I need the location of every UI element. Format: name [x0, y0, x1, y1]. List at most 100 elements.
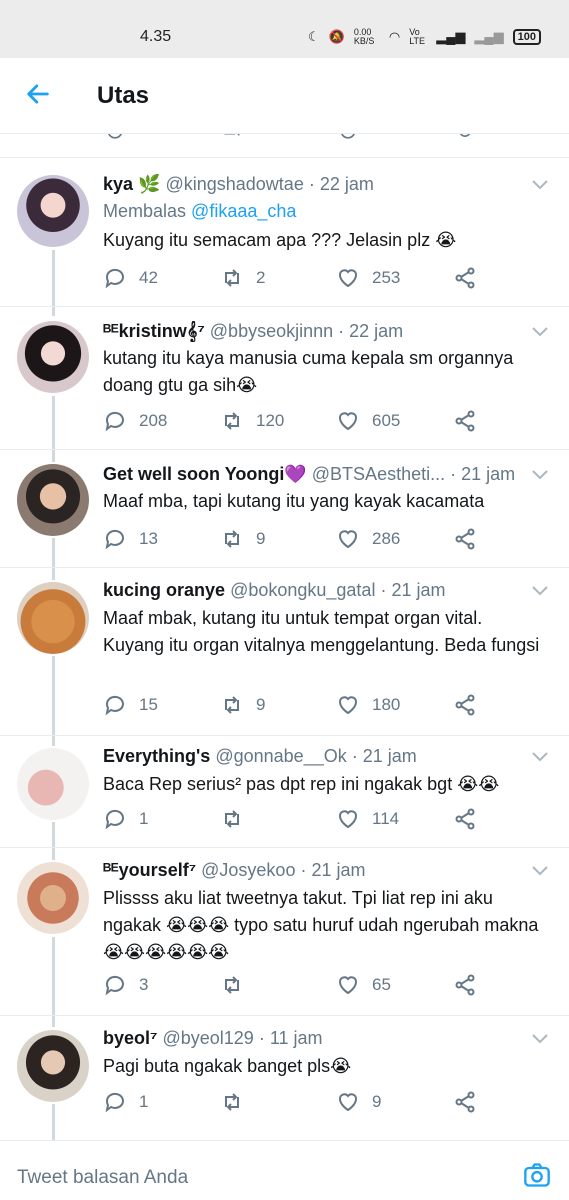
retweet-icon[interactable] — [220, 527, 244, 551]
chevron-down-icon[interactable] — [531, 585, 549, 597]
previous-tweet-actions — [0, 134, 569, 158]
display-name[interactable]: kya 🌿 — [103, 174, 160, 194]
tweet-text: kutang itu kaya manusia cuma kepala sm o… — [103, 348, 514, 395]
retweet-icon[interactable] — [220, 409, 244, 433]
share-icon[interactable] — [453, 807, 477, 831]
like-count: 180 — [372, 695, 401, 714]
reply-count: 3 — [139, 975, 149, 994]
share-icon[interactable] — [453, 1090, 477, 1114]
reply-input[interactable]: Tweet balasan Anda — [17, 1167, 188, 1189]
reply-composer[interactable]: Tweet balasan Anda — [0, 1140, 569, 1200]
retweet-icon[interactable] — [220, 1090, 244, 1114]
like-icon[interactable] — [336, 527, 360, 551]
chevron-down-icon[interactable] — [531, 179, 549, 191]
avatar[interactable] — [17, 1030, 89, 1102]
reply-icon[interactable] — [103, 807, 127, 831]
replying-to-handle[interactable]: @fikaaa_cha — [191, 201, 296, 221]
tweet[interactable]: Everything's @gonnabe__Ok · 21 jam Baca … — [0, 736, 569, 848]
display-name[interactable]: ᴮᴱkristinw𝄞⁷ — [103, 321, 205, 341]
share-icon[interactable] — [453, 693, 477, 717]
back-arrow-icon[interactable] — [24, 80, 52, 108]
timestamp: · 11 jam — [258, 1028, 323, 1048]
tweet-header: ᴮᴱyourself⁷ @Josyekoo · 21 jam — [103, 860, 529, 881]
chevron-down-icon[interactable] — [531, 326, 549, 338]
chevron-down-icon[interactable] — [531, 1033, 549, 1045]
share-icon[interactable] — [453, 266, 477, 290]
tweet-header: Get well soon Yoongi💜 @BTSAestheti... · … — [103, 464, 529, 485]
reply-icon[interactable] — [103, 266, 127, 290]
retweet-icon[interactable] — [220, 266, 244, 290]
reply-icon[interactable] — [103, 527, 127, 551]
camera-icon[interactable] — [523, 1161, 551, 1189]
share-icon[interactable] — [453, 527, 477, 551]
like-count: 9 — [372, 1092, 382, 1111]
share-icon[interactable] — [453, 973, 477, 997]
display-name[interactable]: kucing oranye — [103, 580, 225, 600]
like-icon[interactable] — [338, 134, 358, 142]
display-name[interactable]: Everything's — [103, 746, 210, 766]
avatar[interactable] — [17, 862, 89, 934]
tweet-text: Maaf mba, tapi kutang itu yang kayak kac… — [103, 491, 485, 511]
handle[interactable]: @gonnabe__Ok — [215, 746, 346, 766]
handle[interactable]: @bokongku_gatal — [230, 580, 375, 600]
like-icon[interactable] — [336, 693, 360, 717]
tweet[interactable]: byeol⁷ @byeol129 · 11 jam Pagi buta ngak… — [0, 1016, 569, 1140]
tweet[interactable]: kucing oranye @bokongku_gatal · 21 jam M… — [0, 568, 569, 736]
wifi-icon: ◠ — [388, 29, 401, 44]
display-name[interactable]: byeol⁷ — [103, 1028, 157, 1048]
like-icon[interactable] — [336, 409, 360, 433]
chevron-down-icon[interactable] — [531, 469, 549, 481]
display-name[interactable]: ᴮᴱyourself⁷ — [103, 860, 196, 880]
avatar[interactable] — [17, 175, 89, 247]
timestamp: · 21 jam — [351, 746, 417, 766]
avatar[interactable] — [17, 582, 89, 654]
retweet-count: 9 — [256, 695, 266, 714]
display-name[interactable]: Get well soon Yoongi💜 — [103, 464, 307, 484]
reply-icon[interactable] — [103, 409, 127, 433]
retweet-icon[interactable] — [220, 807, 244, 831]
like-icon[interactable] — [336, 1090, 360, 1114]
like-count: 65 — [372, 975, 391, 994]
like-icon[interactable] — [336, 973, 360, 997]
avatar[interactable] — [17, 748, 89, 820]
retweet-icon[interactable] — [222, 134, 242, 142]
reply-icon[interactable] — [105, 134, 125, 142]
tweet[interactable]: ᴮᴱyourself⁷ @Josyekoo · 21 jam Plissss a… — [0, 848, 569, 1016]
tweet[interactable]: Get well soon Yoongi💜 @BTSAestheti... · … — [0, 450, 569, 568]
tweet-actions: 1 114 — [103, 807, 503, 833]
tweet-text: Maaf mbak, kutang itu untuk tempat organ… — [103, 608, 540, 655]
timestamp: · 22 jam — [338, 321, 404, 341]
reply-icon[interactable] — [103, 693, 127, 717]
page-title: Utas — [97, 82, 150, 109]
battery-icon: 100 — [512, 29, 541, 45]
tweet-text: Plissss aku liat tweetnya takut. Tpi lia… — [103, 888, 539, 962]
tweet-header: ᴮᴱkristinw𝄞⁷ @bbyseokjinnn · 22 jam — [103, 321, 529, 342]
share-icon[interactable] — [453, 409, 477, 433]
handle[interactable]: @Josyekoo — [201, 860, 295, 880]
tweet[interactable]: ᴮᴱkristinw𝄞⁷ @bbyseokjinnn · 22 jam kuta… — [0, 307, 569, 450]
reply-icon[interactable] — [103, 1090, 127, 1114]
chevron-down-icon[interactable] — [531, 751, 549, 763]
avatar[interactable] — [17, 321, 89, 393]
avatar[interactable] — [17, 464, 89, 536]
timestamp: · 22 jam — [308, 174, 374, 194]
chevron-down-icon[interactable] — [531, 865, 549, 877]
retweet-icon[interactable] — [220, 693, 244, 717]
like-icon[interactable] — [336, 266, 360, 290]
share-icon[interactable] — [455, 134, 475, 142]
like-icon[interactable] — [336, 807, 360, 831]
replying-to: Membalas @fikaaa_cha — [103, 201, 296, 222]
tweet-header: byeol⁷ @byeol129 · 11 jam — [103, 1028, 529, 1049]
tweet-header: Everything's @gonnabe__Ok · 21 jam — [103, 746, 529, 767]
reply-count: 208 — [139, 411, 168, 430]
volte-label: Vo LTE — [409, 27, 426, 46]
reply-icon[interactable] — [103, 973, 127, 997]
handle[interactable]: @kingshadowtae — [165, 174, 303, 194]
handle[interactable]: @bbyseokjinnn — [210, 321, 333, 341]
handle[interactable]: @byeol129 — [162, 1028, 253, 1048]
retweet-icon[interactable] — [220, 973, 244, 997]
tweet-actions: 1 9 — [103, 1090, 503, 1116]
handle[interactable]: @BTSAestheti... — [312, 464, 445, 484]
tweet-actions: 208 120 605 — [103, 409, 503, 435]
tweet[interactable]: kya 🌿 @kingshadowtae · 22 jam Membalas @… — [0, 159, 569, 307]
